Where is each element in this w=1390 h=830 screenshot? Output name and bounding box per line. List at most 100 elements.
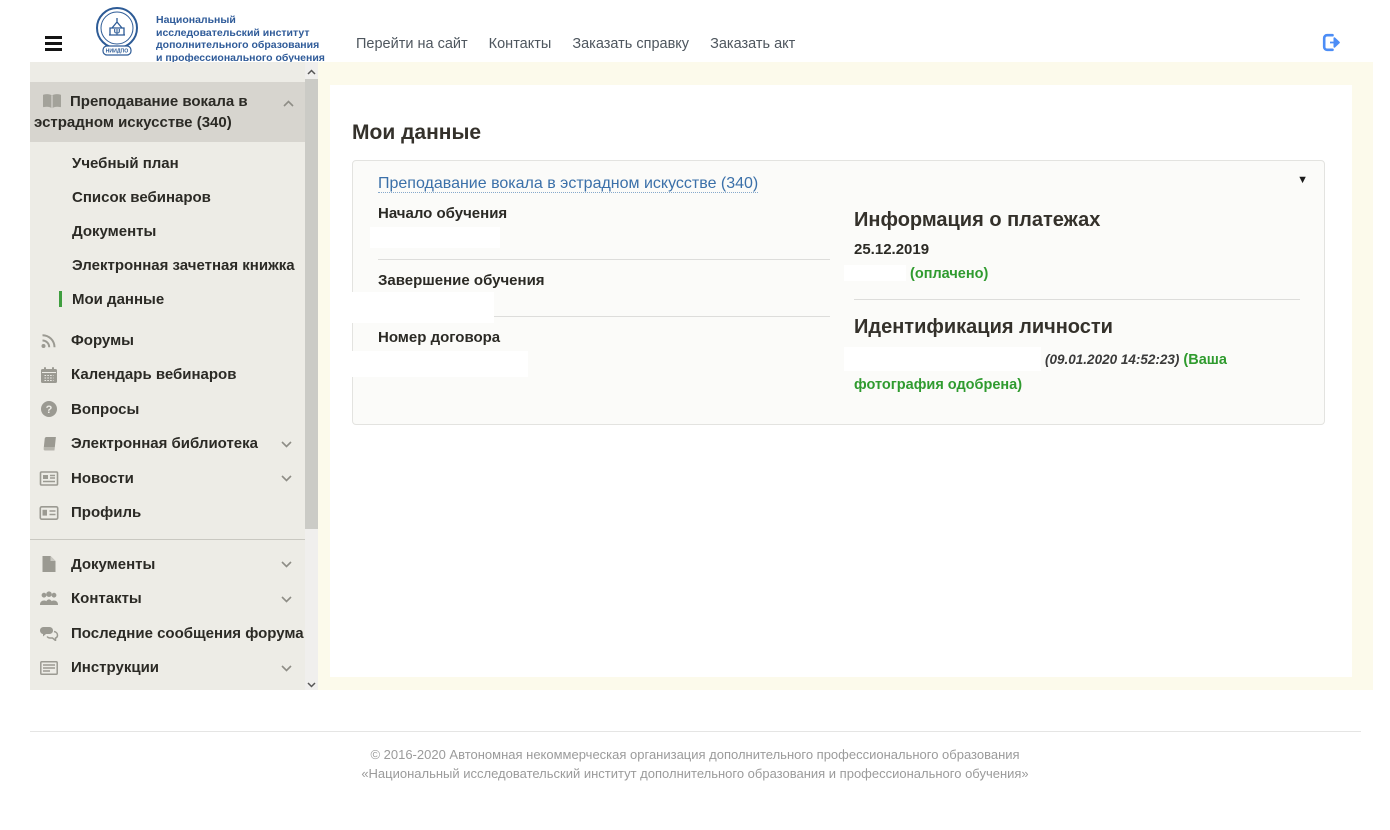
org-name-line2: дополнительного образования: [156, 39, 320, 51]
field-value-end-date: [344, 292, 494, 323]
footer-divider: [30, 731, 1361, 732]
nav-label: Контакты: [71, 590, 142, 608]
news-icon: [39, 470, 59, 486]
sidebar-item-questions[interactable]: ? Вопросы: [30, 392, 305, 427]
payment-status-badge: (оплачено): [910, 266, 989, 282]
field-value-contract-number: [352, 351, 528, 377]
footer-line1: © 2016-2020 Автономная некоммерческая ор…: [370, 747, 1020, 762]
chevron-down-icon: [281, 440, 292, 448]
sidebar-item-webinar-list[interactable]: Список вебинаров: [30, 181, 305, 215]
field-label-start-date: Начало обучения: [378, 205, 508, 222]
menu-icon[interactable]: [45, 36, 62, 51]
course-subnav: Учебный план Список вебинаров Документы …: [30, 147, 305, 317]
nav-label: Форумы: [71, 331, 134, 349]
subnav-label: Документы: [72, 223, 157, 240]
sidebar-item-forums[interactable]: Форумы: [30, 323, 305, 358]
nav-link-contacts[interactable]: Контакты: [489, 36, 552, 52]
footer-line2: «Национальный исследовательский институт…: [361, 766, 1029, 781]
sidebar-item-course[interactable]: Преподавание вокала в эстрадном искусств…: [30, 82, 305, 142]
logo-text: НИИДПО: [106, 49, 129, 55]
field-value-start-date: [370, 227, 500, 248]
nav-link-order-act[interactable]: Заказать акт: [710, 36, 795, 52]
id-card-icon: [39, 505, 59, 520]
study-fields-column: Начало обучения Завершение обучения Номе…: [344, 201, 854, 398]
sidebar-item-documents[interactable]: Документы: [30, 547, 305, 582]
nav-label: Календарь вебинаров: [71, 366, 237, 384]
nav-label: Электронная библиотека: [71, 435, 258, 453]
library-book-icon: [43, 436, 56, 451]
chevron-down-icon: [281, 664, 292, 672]
sidebar-item-webinar-calendar[interactable]: Календарь вебинаров: [30, 358, 305, 393]
nav-label: Инструкции: [71, 659, 160, 677]
people-icon: [40, 591, 58, 606]
field-divider: [378, 259, 830, 260]
sidebar-item-instructions[interactable]: Инструкции: [30, 651, 305, 686]
field-label-contract-number: Номер договора: [378, 329, 501, 346]
content-panel: Мои данные Преподавание вокала в эстрадн…: [330, 85, 1352, 677]
course-label: Преподавание вокала в эстрадном искусств…: [34, 93, 248, 131]
sidebar-item-course-documents[interactable]: Документы: [30, 215, 305, 249]
sidebar-item-my-data[interactable]: Мои данные: [30, 283, 305, 317]
nav-label: Вопросы: [71, 400, 140, 418]
svg-text:Ψ: Ψ: [114, 28, 121, 37]
forum-icon: [41, 333, 56, 348]
my-data-card: Преподавание вокала в эстрадном искусств…: [344, 160, 1325, 425]
chevron-down-icon: [281, 561, 292, 568]
subnav-label: Мои данные: [72, 291, 165, 308]
scrollbar-thumb[interactable]: [305, 79, 318, 529]
sidebar-item-gradebook[interactable]: Электронная зачетная книжка: [30, 249, 305, 283]
chevron-down-icon: [281, 595, 292, 603]
active-item-marker: [59, 291, 62, 307]
sidebar-scrollbar[interactable]: [305, 62, 318, 690]
nav-label: Документы: [71, 555, 156, 573]
calendar-icon: [41, 366, 57, 383]
logout-icon: [1322, 33, 1340, 52]
sidebar-item-contacts[interactable]: Контакты: [30, 582, 305, 617]
org-name: Национальный исследовательский институт …: [156, 14, 326, 64]
open-book-icon: [43, 94, 61, 109]
sidebar-divider: [30, 539, 305, 540]
identity-timestamp: (09.01.2020 14:52:23): [1045, 352, 1180, 367]
identity-heading: Идентификация личности: [854, 316, 1113, 338]
identity-row: (09.01.2020 14:52:23) (Ваша фотография о…: [844, 347, 1300, 398]
collapse-caret-icon[interactable]: ▼: [1297, 174, 1308, 186]
sidebar-item-study-plan[interactable]: Учебный план: [30, 147, 305, 181]
course-link[interactable]: Преподавание вокала в эстрадном искусств…: [378, 175, 759, 193]
logout-button[interactable]: [1321, 33, 1342, 55]
payment-row: (оплачено): [844, 265, 1300, 282]
document-icon: [42, 556, 56, 573]
nav-link-site[interactable]: Перейти на сайт: [356, 36, 468, 52]
top-nav: Перейти на сайт Контакты Заказать справк…: [356, 36, 812, 52]
institute-logo: Ψ НИИДПО: [86, 5, 148, 64]
payment-amount: [844, 265, 906, 281]
nav-link-order-certificate[interactable]: Заказать справку: [572, 36, 689, 52]
card-body: Начало обучения Завершение обучения Номе…: [344, 195, 1324, 424]
sidebar-nav-secondary: Документы Контакты Последние сообщения ф…: [30, 547, 305, 685]
card-header: Преподавание вокала в эстрадном искусств…: [353, 161, 1324, 195]
payment-date: 25.12.2019: [854, 241, 930, 258]
nav-label: Новости: [71, 469, 134, 487]
identity-name: [844, 347, 1041, 371]
subnav-label: Список вебинаров: [72, 189, 211, 206]
content-area: Мои данные Преподавание вокала в эстрадн…: [318, 62, 1373, 690]
section-divider: [854, 299, 1300, 300]
question-icon: ?: [41, 401, 57, 418]
scroll-up-icon[interactable]: [305, 62, 318, 77]
svg-text:?: ?: [46, 404, 53, 416]
payments-identity-column: Информация о платежах 25.12.2019 (оплаче…: [844, 201, 1300, 398]
nav-label: Профиль: [71, 504, 142, 522]
sidebar-nav: Форумы Календарь вебинаров ? Вопросы Эле…: [30, 323, 305, 530]
sidebar-item-latest-forum-posts[interactable]: Последние сообщения форума: [30, 616, 305, 651]
field-label-end-date: Завершение обучения: [378, 272, 545, 289]
sidebar-item-news[interactable]: Новости: [30, 461, 305, 496]
subnav-label: Электронная зачетная книжка: [72, 257, 295, 274]
list-card-icon: [40, 660, 58, 675]
sidebar-item-profile[interactable]: Профиль: [30, 496, 305, 531]
sidebar-item-elibrary[interactable]: Электронная библиотека: [30, 427, 305, 462]
org-name-line1: Национальный исследовательский институт: [156, 14, 310, 39]
scroll-down-icon[interactable]: [305, 675, 318, 690]
emblem-icon: Ψ НИИДПО: [96, 7, 138, 56]
chevron-down-icon: [281, 475, 292, 482]
chevron-up-icon: [283, 100, 294, 107]
page-title: Мои данные: [352, 121, 482, 144]
